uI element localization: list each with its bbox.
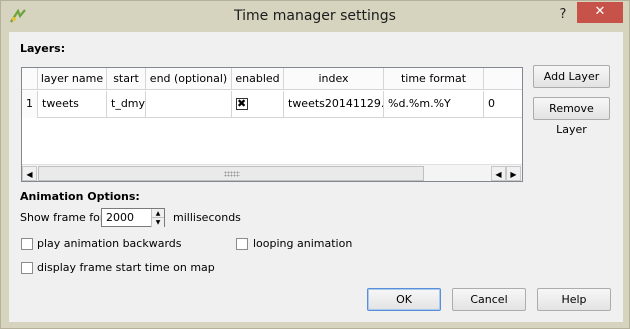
cell-start[interactable]: t_dmy xyxy=(107,91,146,118)
enabled-checkbox[interactable] xyxy=(236,97,248,110)
scroll-right-icon[interactable]: ▶ xyxy=(506,166,521,181)
looping-label[interactable]: looping animation xyxy=(253,237,352,250)
scrollbar-grip-icon xyxy=(224,171,240,177)
cell-layer-name[interactable]: tweets xyxy=(38,91,107,118)
cell-offset[interactable]: 0 xyxy=(484,91,522,118)
dialog-body: Layers: layer name start end (optional) … xyxy=(9,32,623,322)
frame-duration-spinbox[interactable]: 2000 ▲ ▼ xyxy=(101,208,165,227)
cell-end[interactable] xyxy=(146,91,232,118)
column-header-offset[interactable]: o xyxy=(484,68,522,90)
corner-header[interactable] xyxy=(22,68,38,90)
window-title: Time manager settings xyxy=(234,8,396,24)
scroll-left-icon[interactable]: ◀ xyxy=(22,166,37,181)
show-frame-label: Show frame for xyxy=(20,211,105,224)
play-backwards-label[interactable]: play animation backwards xyxy=(37,237,182,250)
layers-section-label: Layers: xyxy=(20,42,66,55)
table-header: layer name start end (optional) enabled … xyxy=(22,68,522,90)
spin-down-icon[interactable]: ▼ xyxy=(151,218,164,227)
spin-up-icon[interactable]: ▲ xyxy=(151,209,164,218)
ok-button[interactable]: OK xyxy=(367,288,441,311)
column-header-index[interactable]: index xyxy=(284,68,384,90)
title-help-button[interactable]: ? xyxy=(554,7,572,23)
column-header-start[interactable]: start xyxy=(107,68,146,90)
cell-time-format[interactable]: %d.%m.%Y xyxy=(384,91,484,118)
close-button[interactable]: ✕ xyxy=(577,2,623,23)
remove-layer-button[interactable]: Remove Layer xyxy=(533,97,610,136)
settings-dialog: Time manager settings ? ✕ Layers: layer … xyxy=(0,0,630,329)
cell-enabled[interactable] xyxy=(232,91,284,118)
scrollbar-thumb[interactable] xyxy=(38,166,424,181)
table-row[interactable]: 1 tweets t_dmy tweets20141129... %d.%m.%… xyxy=(22,91,522,118)
frame-duration-value[interactable]: 2000 xyxy=(106,211,134,224)
cancel-button[interactable]: Cancel xyxy=(452,288,526,311)
column-header-time-format[interactable]: time format xyxy=(384,68,484,90)
milliseconds-label: milliseconds xyxy=(173,211,241,224)
horizontal-scrollbar[interactable]: ◀ ◀ ▶ xyxy=(22,164,522,181)
scroll-left-secondary-icon[interactable]: ◀ xyxy=(491,166,506,181)
row-number[interactable]: 1 xyxy=(22,91,38,118)
column-header-enabled[interactable]: enabled xyxy=(232,68,284,90)
cell-index[interactable]: tweets20141129... xyxy=(284,91,384,118)
display-start-time-label[interactable]: display frame start time on map xyxy=(37,261,215,274)
column-header-end[interactable]: end (optional) xyxy=(146,68,232,90)
display-start-time-checkbox[interactable] xyxy=(21,262,33,274)
title-bar[interactable]: Time manager settings ? ✕ xyxy=(1,1,629,32)
layers-table[interactable]: layer name start end (optional) enabled … xyxy=(21,67,523,182)
help-button[interactable]: Help xyxy=(537,288,611,311)
play-backwards-checkbox[interactable] xyxy=(21,238,33,250)
animation-options-label: Animation Options: xyxy=(20,190,140,203)
add-layer-button[interactable]: Add Layer xyxy=(533,65,610,88)
looping-checkbox[interactable] xyxy=(236,238,248,250)
column-header-layer-name[interactable]: layer name xyxy=(38,68,107,90)
